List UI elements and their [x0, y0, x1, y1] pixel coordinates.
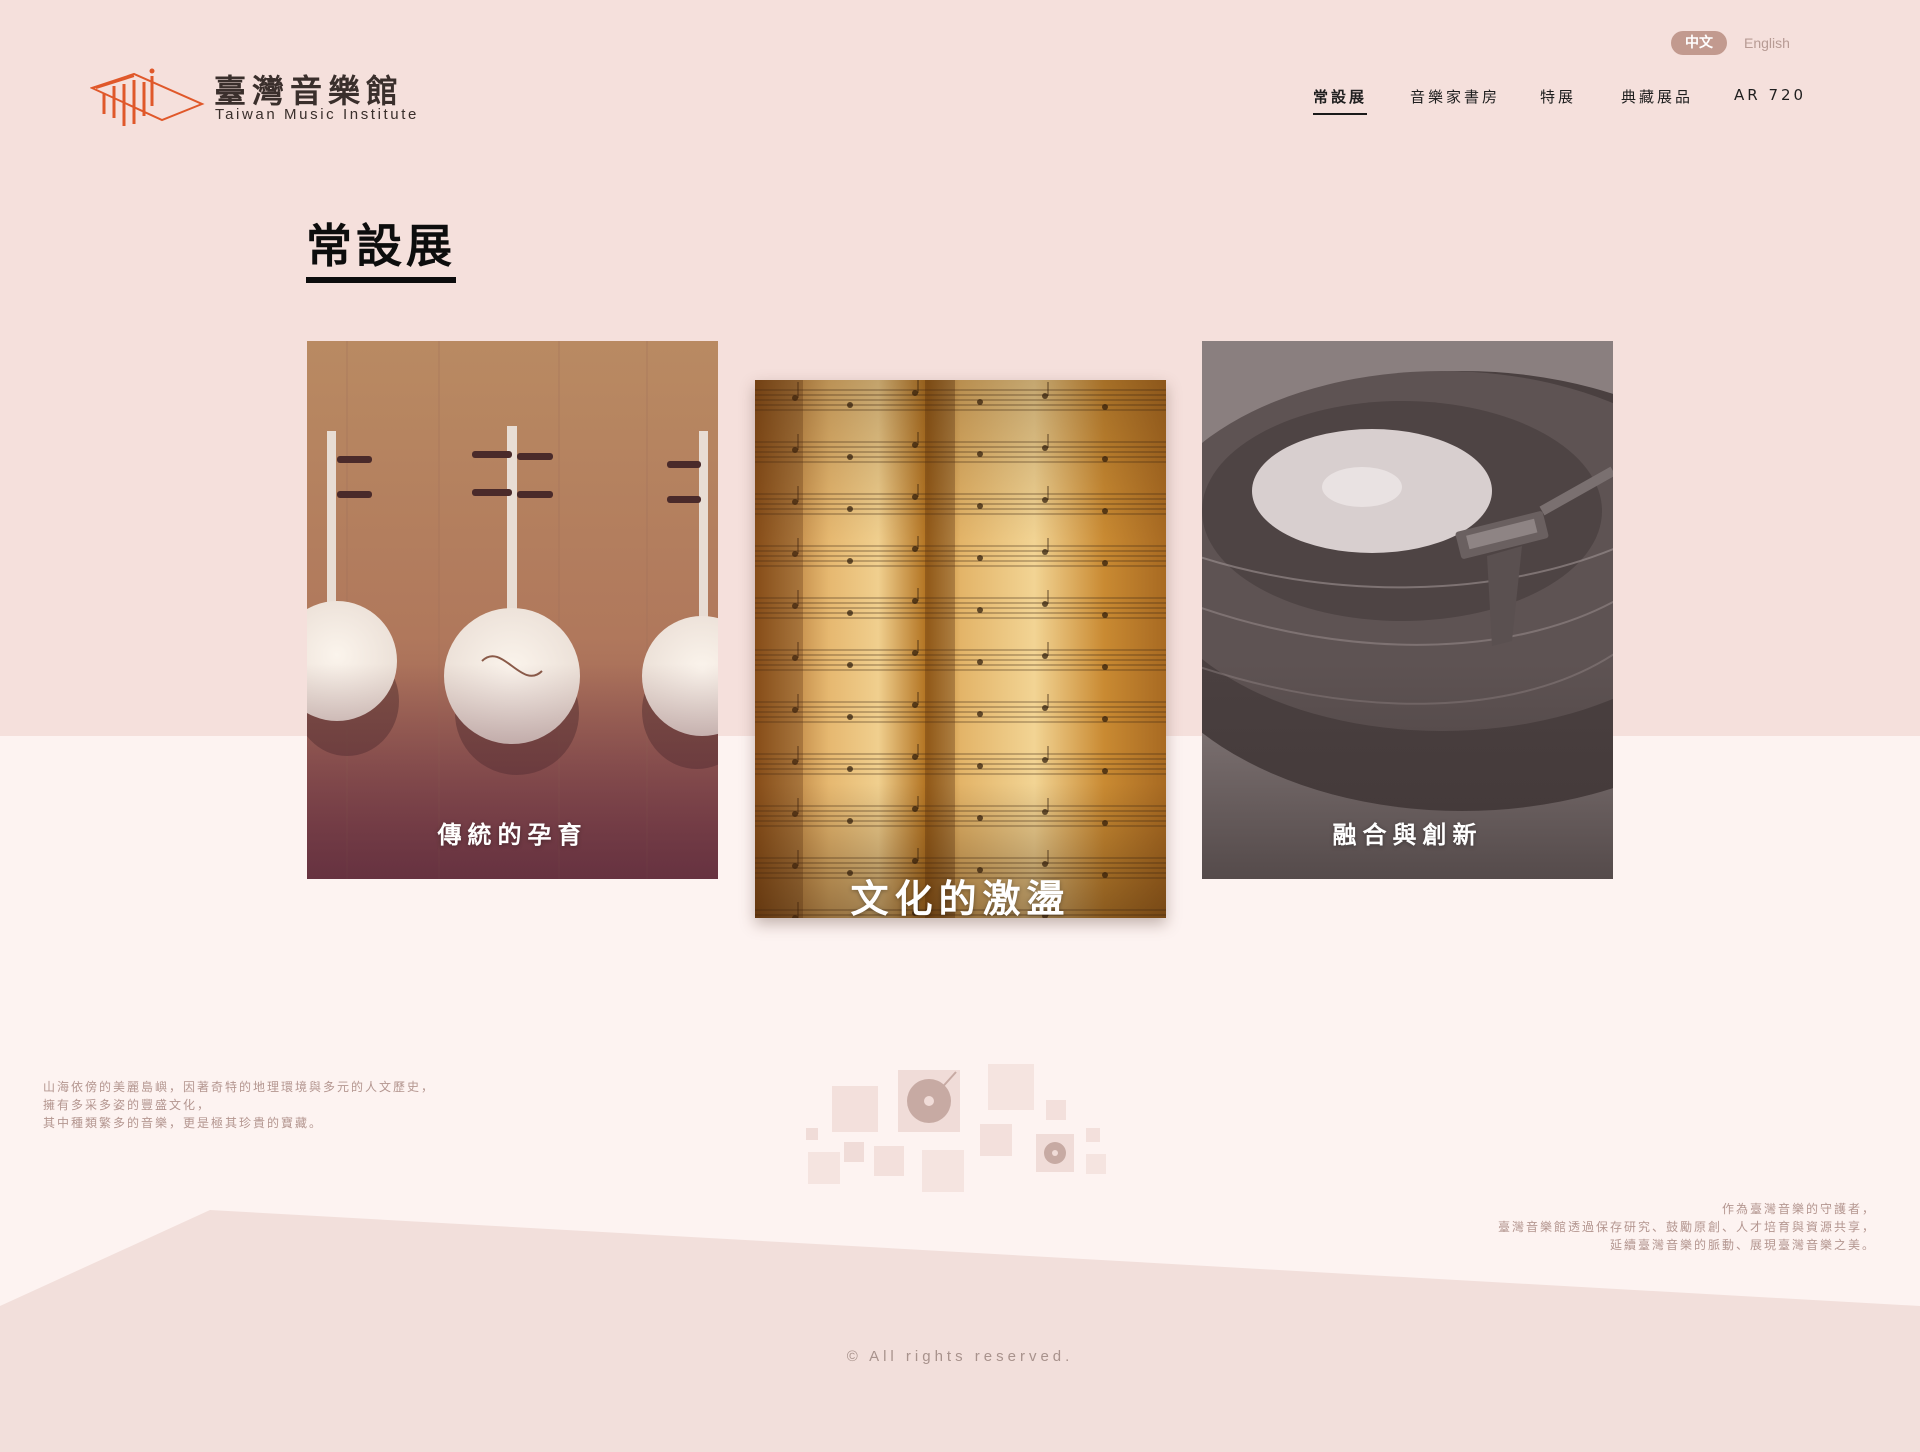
- intro-text-right: 作為臺灣音樂的守護者， 臺灣音樂館透過保存研究、鼓勵原創、人才培育與資源共享， …: [1498, 1200, 1876, 1254]
- nav-ar-720[interactable]: AR 720: [1734, 86, 1806, 110]
- language-zh-button[interactable]: 中文: [1671, 31, 1727, 55]
- main-nav: 常設展 音樂家書房 特展 典藏展品 AR 720: [1300, 86, 1820, 116]
- exhibit-card-innovation[interactable]: 融合與創新: [1202, 341, 1613, 879]
- intro-right-line: 延續臺灣音樂的脈動、展現臺灣音樂之美。: [1609, 1238, 1876, 1252]
- copyright: © All rights reserved.: [846, 1348, 1074, 1365]
- vinyl-record-image: [1202, 341, 1613, 879]
- intro-right-line: 臺灣音樂館透過保存研究、鼓勵原創、人才培育與資源共享，: [1497, 1220, 1876, 1234]
- nav-permanent-exhibition[interactable]: 常設展: [1313, 86, 1368, 115]
- nav-musician-study[interactable]: 音樂家書房: [1410, 86, 1500, 113]
- card-label-culture: 文化的激盪: [850, 877, 1071, 918]
- intro-left-line: 其中種類繁多的音樂，更是極其珍貴的寶藏。: [43, 1116, 324, 1130]
- decorative-squares-graphic: [806, 1064, 1106, 1192]
- sheet-music-image: [755, 380, 1166, 918]
- exhibit-card-traditional[interactable]: 傳統的孕育: [307, 341, 718, 879]
- intro-left-line: 擁有多采多姿的豐盛文化，: [43, 1098, 212, 1112]
- intro-left-line: 山海依傍的美麗島嶼，因著奇特的地理環境與多元的人文歷史，: [43, 1080, 436, 1094]
- exhibit-card-culture[interactable]: 文化的激盪: [755, 380, 1166, 918]
- language-en-link[interactable]: English: [1744, 31, 1790, 55]
- tmi-logo-icon: [90, 68, 205, 126]
- nav-collections[interactable]: 典藏展品: [1621, 86, 1693, 113]
- intro-right-line: 作為臺灣音樂的守護者，: [1721, 1202, 1876, 1216]
- site-logo[interactable]: 臺灣音樂館 Taiwan Music Institute: [90, 62, 420, 132]
- brand-name-en: Taiwan Music Institute: [215, 106, 419, 123]
- title-underline: [306, 277, 456, 283]
- intro-text-left: 山海依傍的美麗島嶼，因著奇特的地理環境與多元的人文歷史， 擁有多采多姿的豐盛文化…: [43, 1078, 435, 1132]
- page-title: 常設展: [306, 219, 456, 273]
- traditional-instruments-image: [307, 341, 718, 879]
- card-label-traditional: 傳統的孕育: [437, 821, 588, 849]
- card-label-innovation: 融合與創新: [1332, 821, 1483, 849]
- nav-special-exhibition[interactable]: 特展: [1540, 86, 1576, 113]
